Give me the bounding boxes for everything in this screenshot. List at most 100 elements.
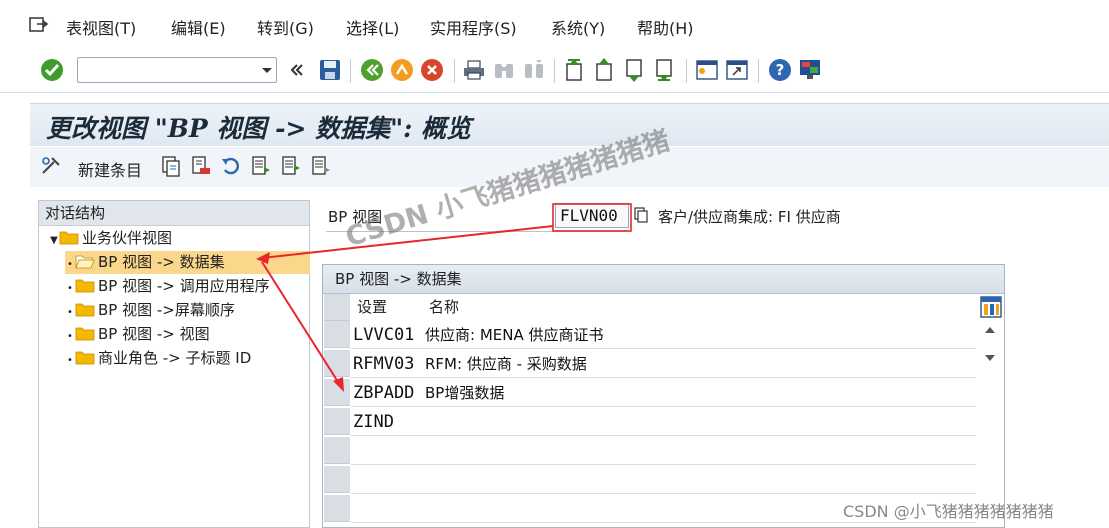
undo-icon[interactable] <box>220 155 242 177</box>
select-all-icon[interactable] <box>250 155 272 177</box>
table-title: BP 视图 -> 数据集 <box>323 265 1004 294</box>
menu-select[interactable]: 选择(L) <box>346 15 399 39</box>
tree-item-screen-sequence[interactable]: • BP 视图 ->屏幕顺序 <box>65 299 235 322</box>
table-settings-icon[interactable] <box>980 296 1002 318</box>
table-cell-name[interactable] <box>425 408 976 436</box>
node-bullet-icon: • <box>67 283 73 294</box>
tree-item-label: 商业角色 -> 子标题 ID <box>98 349 252 367</box>
standard-toolbar: ? <box>0 50 1109 93</box>
open-folder-icon <box>75 255 95 269</box>
last-page-icon[interactable] <box>653 58 677 82</box>
print-icon[interactable] <box>462 58 486 82</box>
table-cell-name: RFM: 供应商 - 采购数据 <box>425 350 976 378</box>
back-icon[interactable] <box>360 58 384 82</box>
row-selector[interactable] <box>324 379 350 406</box>
folder-icon <box>75 303 95 317</box>
table-scrollbar[interactable] <box>978 321 1002 369</box>
exit-icon[interactable] <box>390 58 414 82</box>
node-bullet-icon: • <box>67 355 73 366</box>
command-field[interactable] <box>77 57 277 83</box>
title-bar: 更改视图 "BP 视图 -> 数据集": 概览 <box>30 103 1109 146</box>
tree-item-label: BP 视图 -> 调用应用程序 <box>98 277 270 295</box>
toolbar-separator <box>554 59 555 83</box>
data-sets-table: BP 视图 -> 数据集 设置 名称 LVVC01 供应商: MENA 供应商证… <box>322 264 1005 528</box>
table-cell-setting[interactable]: RFMV03 <box>351 350 425 378</box>
folder-icon <box>59 231 79 245</box>
toolbar-separator <box>350 59 351 83</box>
chevron-down-icon[interactable] <box>257 57 277 83</box>
toolbar-separator <box>454 59 455 83</box>
table-cell-name[interactable] <box>425 437 976 465</box>
table-cell-setting[interactable]: ZIND <box>351 408 425 436</box>
row-selector[interactable] <box>324 350 350 377</box>
bp-view-description: 客户/供应商集成: FI 供应商 <box>658 208 841 226</box>
row-selector[interactable] <box>324 466 350 493</box>
next-page-icon[interactable] <box>623 58 647 82</box>
table-cell-setting[interactable] <box>351 495 425 523</box>
shortcut-icon[interactable] <box>725 58 749 82</box>
tree-item-business-role-subheader[interactable]: • 商业角色 -> 子标题 ID <box>65 347 251 370</box>
dialog-structure-header: 对话结构 <box>39 201 309 226</box>
folder-icon <box>75 351 95 365</box>
table-cell-setting[interactable] <box>351 466 425 494</box>
bp-view-field[interactable]: FLVN00 <box>555 203 629 228</box>
tree-item-call-applications[interactable]: • BP 视图 -> 调用应用程序 <box>65 275 270 298</box>
copy-icon[interactable] <box>633 207 649 223</box>
menu-system-icon[interactable] <box>27 15 49 35</box>
menu-system[interactable]: 系统(Y) <box>551 15 605 39</box>
expand-icon[interactable]: ▼ <box>49 229 59 252</box>
first-page-icon[interactable] <box>563 58 587 82</box>
display-change-icon[interactable] <box>40 155 62 177</box>
row-selector[interactable] <box>324 495 350 522</box>
table-cell-name: 供应商: MENA 供应商证书 <box>425 321 976 349</box>
cancel-icon[interactable] <box>420 58 444 82</box>
menu-bar: 表视图(T) 编辑(E) 转到(G) 选择(L) 实用程序(S) 系统(Y) 帮… <box>0 0 1109 50</box>
back-double-icon[interactable] <box>287 58 305 82</box>
row-selector[interactable] <box>324 408 350 435</box>
node-bullet-icon: • <box>67 259 73 270</box>
tree-item-label: BP 视图 -> 视图 <box>98 325 210 343</box>
toolbar-separator <box>686 59 687 83</box>
enter-icon[interactable] <box>40 58 64 82</box>
deselect-all-icon[interactable] <box>310 155 332 177</box>
menu-goto[interactable]: 转到(G) <box>257 15 314 39</box>
menu-help[interactable]: 帮助(H) <box>637 15 694 39</box>
select-block-icon[interactable] <box>280 155 302 177</box>
column-header-name[interactable]: 名称 <box>429 294 459 320</box>
svg-text:?: ? <box>776 61 785 79</box>
prev-page-icon[interactable] <box>593 58 617 82</box>
customize-layout-icon[interactable] <box>798 58 822 82</box>
menu-edit[interactable]: 编辑(E) <box>171 15 226 39</box>
row-selector[interactable] <box>324 437 350 464</box>
tree-root-label: 业务伙伴视图 <box>82 229 173 247</box>
tree-item-label: BP 视图 -> 数据集 <box>98 253 225 271</box>
menu-table-view[interactable]: 表视图(T) <box>66 15 136 39</box>
table-cell-setting[interactable]: LVVC01 <box>351 321 425 349</box>
folder-icon <box>75 279 95 293</box>
new-session-icon[interactable] <box>695 58 719 82</box>
copy-as-icon[interactable] <box>160 155 182 177</box>
new-entries-button[interactable]: 新建条目 <box>78 157 142 181</box>
node-bullet-icon: • <box>67 307 73 318</box>
tree-root[interactable]: ▼ 业务伙伴视图 <box>49 227 172 250</box>
delete-icon[interactable] <box>190 155 212 177</box>
content-area: BP 视图 FLVN00 客户/供应商集成: FI 供应商 BP 视图 -> 数… <box>318 195 1109 528</box>
column-header-setting[interactable]: 设置 <box>357 294 387 320</box>
find-icon <box>495 64 513 78</box>
help-icon[interactable]: ? <box>768 58 792 82</box>
node-bullet-icon: • <box>67 331 73 342</box>
save-icon[interactable] <box>318 58 342 82</box>
watermark-corner: CSDN @小飞猪猪猪猪猪猪猪 <box>843 502 1054 521</box>
tree-item-data-sets[interactable]: • BP 视图 -> 数据集 <box>65 251 310 274</box>
table-cell-setting[interactable]: ZBPADD <box>351 379 425 407</box>
table-cell-name: BP增强数据 <box>425 379 976 407</box>
tree-item-label: BP 视图 ->屏幕顺序 <box>98 301 235 319</box>
tree-item-views[interactable]: • BP 视图 -> 视图 <box>65 323 210 346</box>
table-cell-name[interactable] <box>425 466 976 494</box>
menu-utilities[interactable]: 实用程序(S) <box>430 15 517 39</box>
row-selector[interactable] <box>324 321 350 348</box>
folder-icon <box>75 327 95 341</box>
table-cell-setting[interactable] <box>351 437 425 465</box>
select-all-rows[interactable] <box>324 294 350 321</box>
toolbar-separator <box>758 59 759 83</box>
